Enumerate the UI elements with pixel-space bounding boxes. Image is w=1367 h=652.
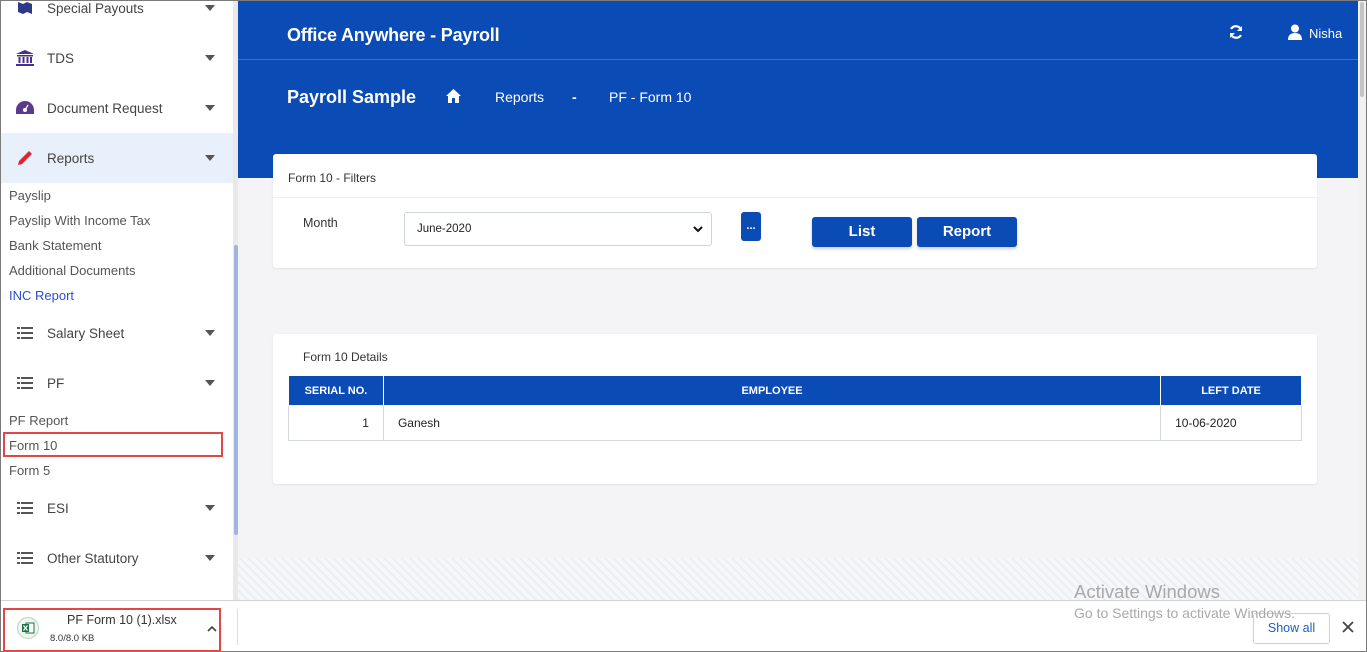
table-header-row: SERIAL NO. EMPLOYEE LEFT DATE (288, 375, 1302, 406)
menu-item-pf[interactable]: PF (1, 358, 233, 408)
menu-label: PF (47, 375, 65, 391)
table-row[interactable]: 1 Ganesh 10-06-2020 (288, 405, 1302, 441)
list-icon (16, 375, 34, 391)
menu-label: Document Request (47, 100, 163, 116)
details-card: Form 10 Details SERIAL NO. EMPLOYEE LEFT… (273, 334, 1317, 484)
more-options-button[interactable]: ... (741, 212, 761, 241)
cell-serial-no: 1 (288, 405, 384, 441)
filters-card: Form 10 - Filters Month June-2020 ... Li… (273, 154, 1317, 268)
menu-item-special-payouts[interactable]: Special Payouts (1, 0, 233, 33)
menu-item-esi[interactable]: ESI (1, 483, 233, 533)
list-icon (16, 550, 34, 566)
caret-down-icon (205, 105, 215, 111)
refresh-icon[interactable] (1228, 24, 1244, 40)
sub-item-form-5[interactable]: Form 5 (9, 463, 50, 478)
form10-table: SERIAL NO. EMPLOYEE LEFT DATE 1 Ganesh 1… (288, 375, 1302, 441)
menu-item-other-statutory[interactable]: Other Statutory (1, 533, 233, 583)
chevron-up-icon[interactable] (207, 625, 217, 633)
menu-label: Other Statutory (47, 550, 139, 566)
list-button[interactable]: List (812, 217, 912, 247)
sub-item-payslip[interactable]: Payslip (9, 188, 51, 203)
sidebar: Special Payouts TDS Document Request Rep… (1, 0, 233, 600)
col-serial-no[interactable]: SERIAL NO. (288, 375, 384, 406)
filters-card-title: Form 10 - Filters (288, 171, 377, 185)
caret-down-icon (205, 55, 215, 61)
breadcrumb-reports[interactable]: Reports (495, 89, 544, 105)
activate-windows-title: Activate Windows (1074, 581, 1220, 602)
activate-windows-subtitle: Go to Settings to activate Windows. (1074, 605, 1295, 621)
sub-item-bank-statement[interactable]: Bank Statement (9, 238, 102, 253)
sub-item-inc-report[interactable]: INC Report (9, 288, 74, 303)
menu-label: Special Payouts (47, 0, 144, 16)
close-icon[interactable] (1342, 621, 1354, 633)
month-select[interactable]: June-2020 (404, 212, 712, 246)
sub-item-additional-documents[interactable]: Additional Documents (9, 263, 135, 278)
user-name[interactable]: Nisha (1309, 26, 1342, 41)
caret-down-icon (205, 555, 215, 561)
download-file-name: PF Form 10 (1).xlsx (67, 613, 177, 627)
download-bar-divider (237, 609, 238, 645)
highlight-form-10 (3, 432, 223, 457)
report-button[interactable]: Report (917, 217, 1017, 247)
user-icon[interactable] (1288, 24, 1302, 40)
details-card-title: Form 10 Details (303, 350, 388, 364)
main-content: Office Anywhere - Payroll Nisha Payroll … (238, 0, 1366, 600)
menu-label: Reports (47, 150, 95, 166)
month-select-value: June-2020 (417, 223, 472, 235)
filters-card-header: Form 10 - Filters (273, 154, 1317, 198)
caret-down-icon (205, 5, 215, 11)
page-title: Payroll Sample (287, 87, 417, 107)
chevron-down-icon (693, 226, 703, 233)
breadcrumb-separator: - (572, 89, 577, 105)
menu-label: Salary Sheet (47, 325, 125, 341)
col-left-date[interactable]: LEFT DATE (1160, 375, 1302, 406)
menu-item-tds[interactable]: TDS (1, 33, 233, 83)
sub-item-payslip-income-tax[interactable]: Payslip With Income Tax (9, 213, 150, 228)
pencil-icon (16, 150, 34, 166)
cell-left-date: 10-06-2020 (1160, 405, 1302, 441)
menu-label: TDS (47, 50, 74, 66)
excel-file-icon (17, 617, 39, 639)
menu-item-document-request[interactable]: Document Request (1, 83, 233, 133)
flag-icon (16, 0, 34, 16)
caret-down-icon (205, 380, 215, 386)
app-title: Office Anywhere - Payroll (287, 25, 500, 45)
month-label: Month (303, 216, 338, 230)
top-header: Office Anywhere - Payroll Nisha (238, 0, 1366, 60)
col-employee[interactable]: EMPLOYEE (382, 375, 1162, 406)
download-file-size: 8.0/8.0 KB (50, 633, 95, 644)
caret-down-icon (205, 505, 215, 511)
menu-label: ESI (47, 500, 69, 516)
menu-item-reports[interactable]: Reports (1, 133, 233, 183)
caret-down-icon (205, 330, 215, 336)
caret-down-icon (205, 155, 215, 161)
dashboard-icon (16, 100, 34, 116)
list-icon (16, 500, 34, 516)
bank-icon (16, 50, 34, 66)
menu-item-salary-sheet[interactable]: Salary Sheet (1, 308, 233, 358)
sub-item-pf-report[interactable]: PF Report (9, 413, 68, 428)
page-scroll-thumb[interactable] (1360, 2, 1364, 97)
breadcrumb-current: PF - Form 10 (609, 89, 692, 105)
list-icon (16, 325, 34, 341)
home-icon[interactable] (446, 89, 461, 103)
cell-employee: Ganesh (382, 405, 1162, 441)
